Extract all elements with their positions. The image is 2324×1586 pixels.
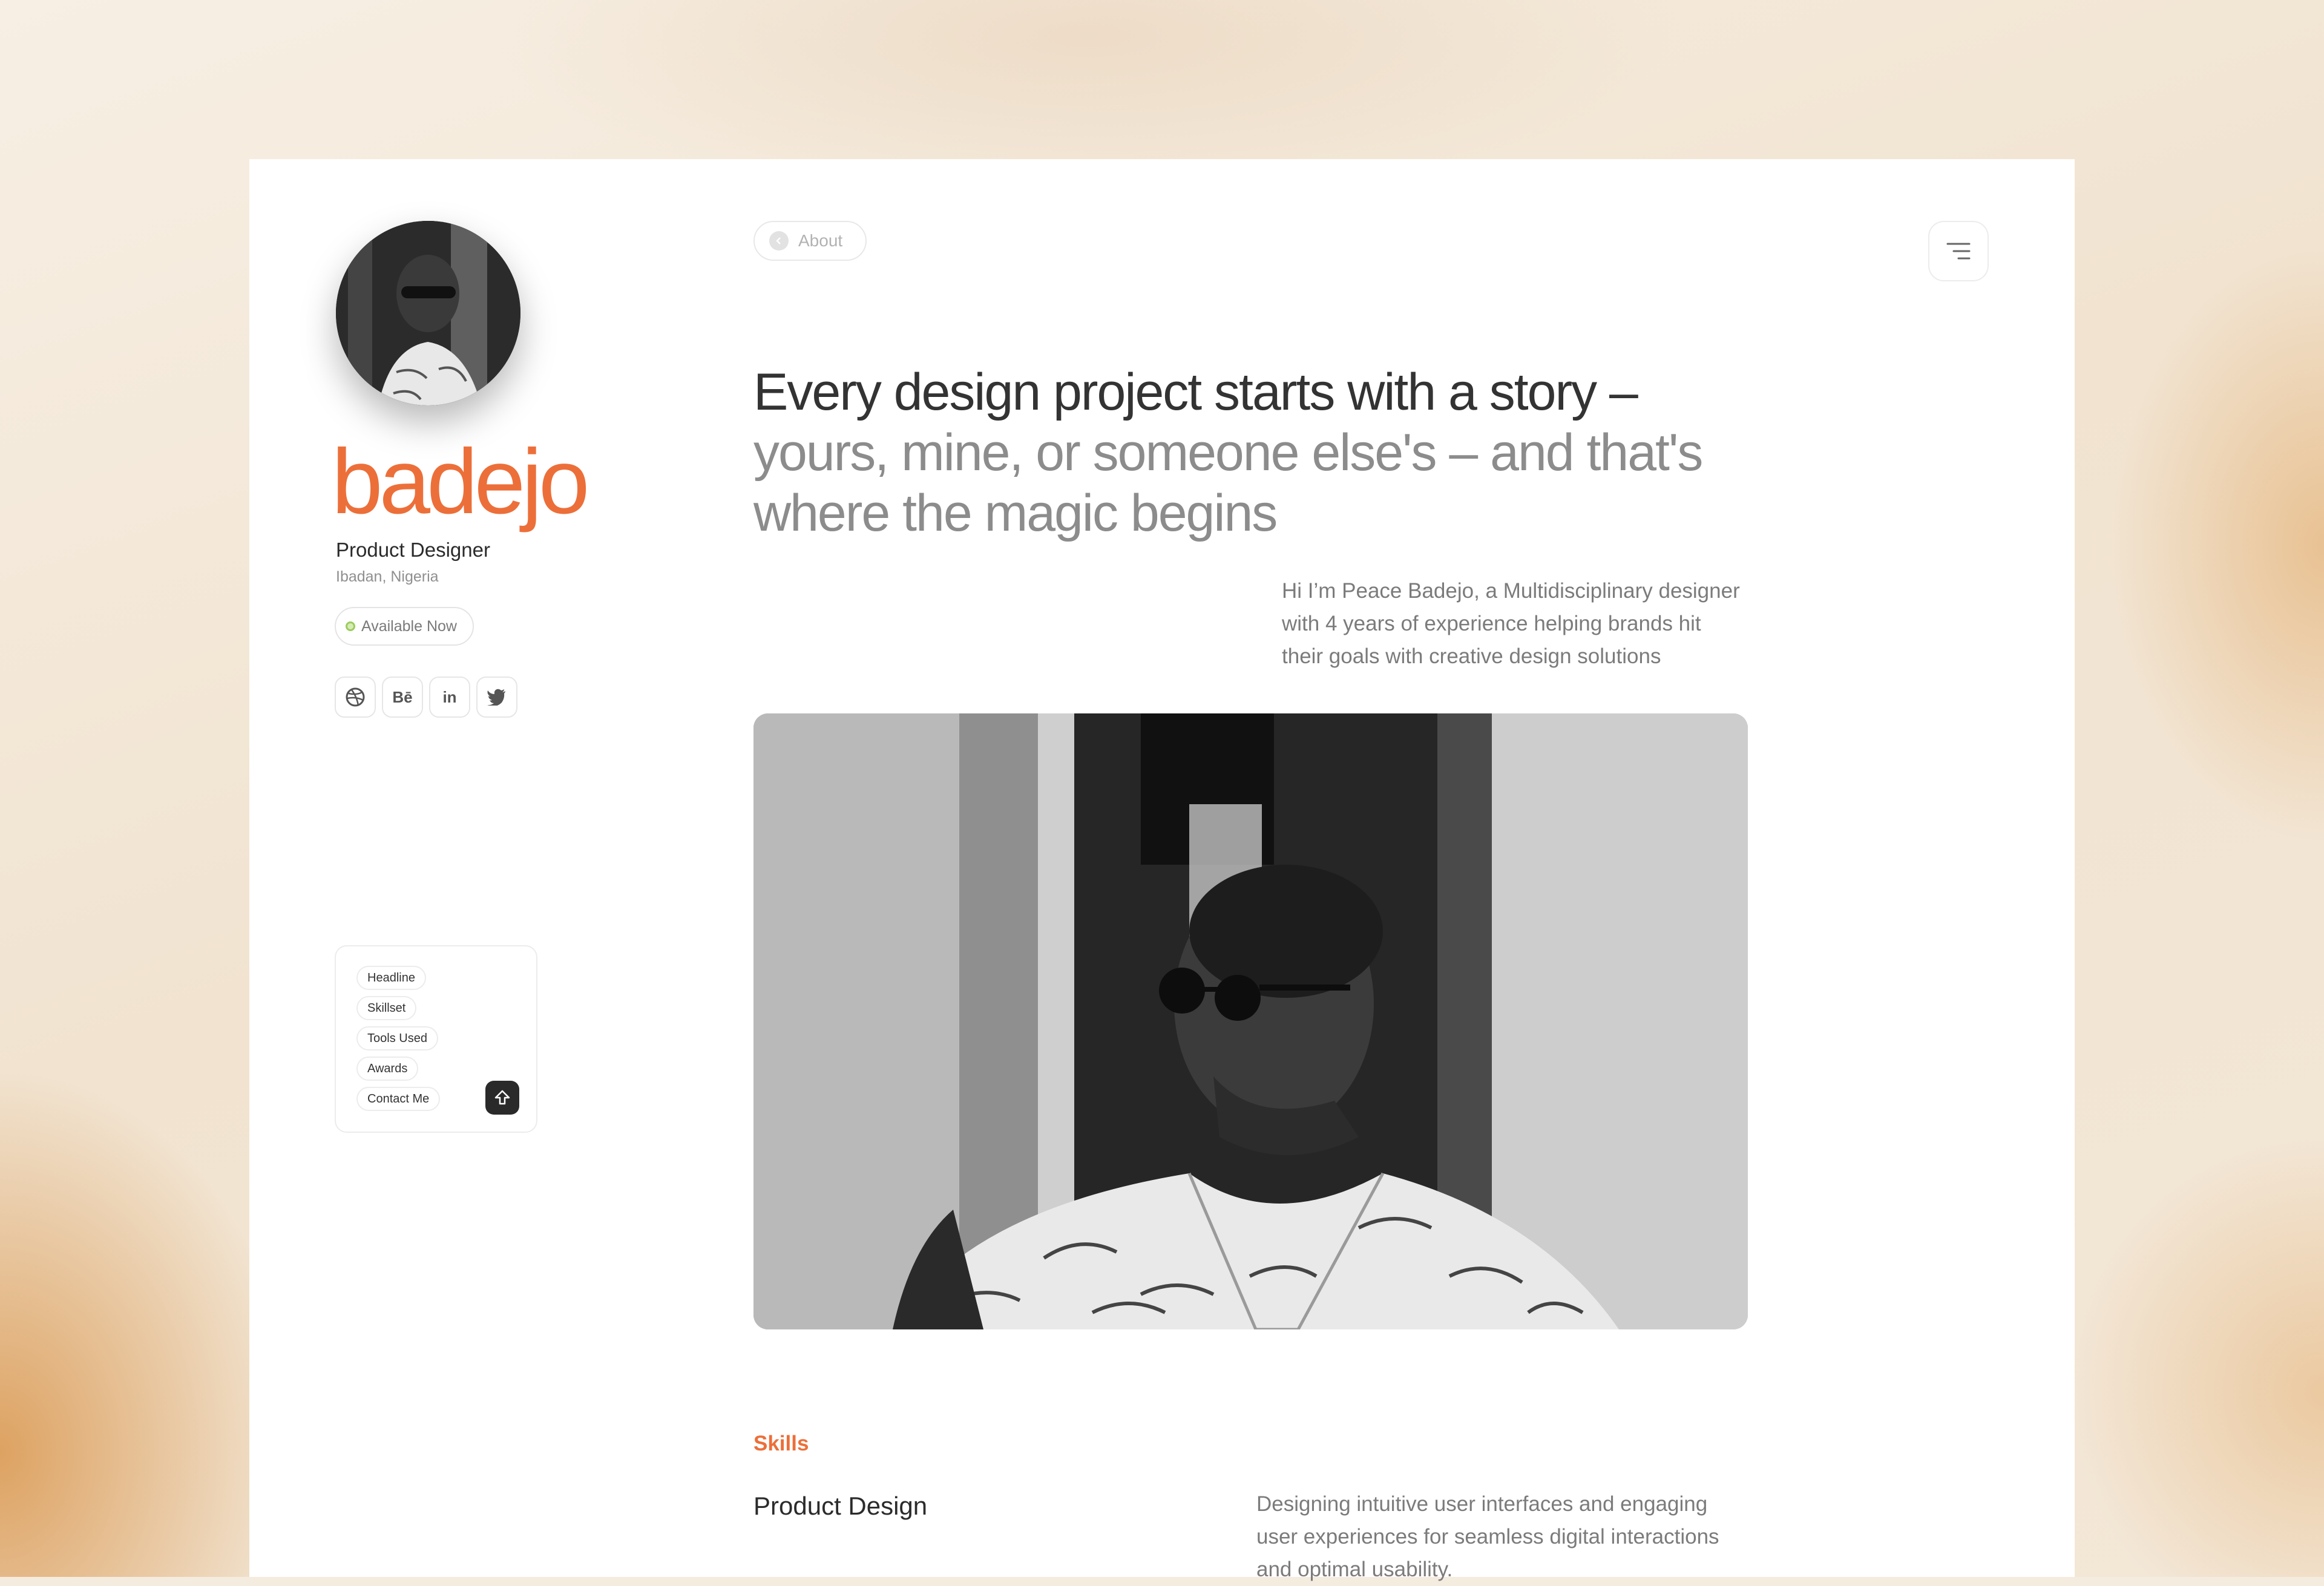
- role-title: Product Designer: [336, 539, 490, 561]
- status-badge: Available Now: [335, 607, 474, 646]
- behance-link[interactable]: Bē: [382, 677, 423, 718]
- linkedin-icon: in: [442, 687, 457, 706]
- twitter-link[interactable]: [476, 677, 517, 718]
- toc-item-contact-me[interactable]: Contact Me: [356, 1087, 441, 1111]
- toc-item-skillset[interactable]: Skillset: [356, 996, 417, 1020]
- toc-item-headline[interactable]: Headline: [356, 966, 426, 990]
- back-pill[interactable]: About: [753, 221, 867, 261]
- twitter-icon: [487, 689, 505, 706]
- status-label: Available Now: [361, 617, 457, 635]
- hero-headline: Every design project starts with a story…: [753, 362, 1782, 543]
- chevron-left-icon: [769, 231, 789, 251]
- dribbble-link[interactable]: [335, 677, 376, 718]
- arrow-up-icon: [494, 1090, 510, 1105]
- brand-name: badejo: [332, 430, 589, 533]
- status-dot-icon: [346, 621, 355, 631]
- social-links: Bē in: [335, 677, 517, 718]
- section-navigator: Headline Skillset Tools Used Awards Cont…: [335, 945, 537, 1133]
- headline-primary: Every design project starts with a story…: [753, 363, 1638, 421]
- avatar: [336, 221, 520, 405]
- linkedin-link[interactable]: in: [429, 677, 470, 718]
- intro-text: Hi I’m Peace Badejo, a Multidisciplinary…: [1282, 579, 1740, 668]
- behance-icon: Bē: [392, 687, 413, 706]
- back-label: About: [798, 231, 843, 250]
- toc-item-awards[interactable]: Awards: [356, 1057, 419, 1081]
- scroll-top-button[interactable]: [485, 1081, 519, 1115]
- menu-button[interactable]: [1928, 221, 1989, 281]
- headline-secondary: yours, mine, or someone else's – and tha…: [753, 424, 1703, 542]
- skill-name: Product Design: [753, 1492, 928, 1520]
- toc-item-tools-used[interactable]: Tools Used: [356, 1026, 438, 1050]
- hero-photo: [753, 713, 1748, 1329]
- menu-icon: [1946, 243, 1971, 260]
- skills-section-label: Skills: [753, 1432, 809, 1455]
- dribbble-icon: [346, 687, 365, 707]
- skill-description: Designing intuitive user interfaces and …: [1256, 1492, 1719, 1581]
- location: Ibadan, Nigeria: [336, 568, 439, 585]
